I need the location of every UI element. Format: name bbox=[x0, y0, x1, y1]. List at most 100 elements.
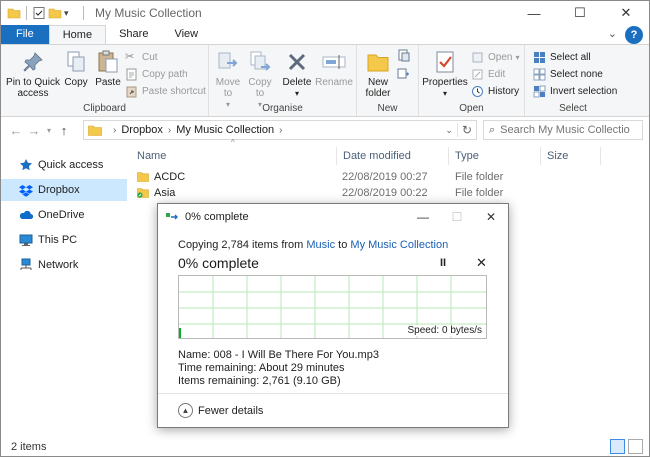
easy-access-button[interactable] bbox=[397, 67, 414, 80]
maximize-button[interactable]: ☐ bbox=[557, 1, 603, 25]
breadcrumb-separator-icon: › bbox=[113, 124, 117, 136]
organise-group: Move to ▾ Copy to ▾ Delete ▾ Rename Orga… bbox=[209, 45, 357, 116]
select-none-icon bbox=[533, 68, 546, 81]
invert-selection-button[interactable]: Invert selection bbox=[533, 85, 617, 98]
breadcrumb-separator-icon: › bbox=[279, 124, 283, 136]
history-icon bbox=[472, 86, 483, 97]
copy-to-button[interactable]: Copy to ▾ bbox=[245, 49, 275, 110]
dropbox-icon bbox=[19, 185, 33, 197]
quick-access-toolbar: ▾ bbox=[1, 6, 87, 20]
new-folder-icon[interactable] bbox=[48, 6, 62, 20]
chevron-up-icon: ▲ bbox=[178, 403, 193, 418]
customize-dropdown-icon[interactable]: ▾ bbox=[64, 6, 78, 20]
new-folder-button[interactable]: New folder bbox=[361, 49, 395, 99]
delete-x-icon bbox=[288, 53, 306, 71]
toolbar-separator bbox=[83, 6, 84, 20]
tab-share[interactable]: Share bbox=[106, 25, 161, 44]
star-icon bbox=[20, 159, 32, 171]
rename-button[interactable]: Rename bbox=[315, 49, 353, 88]
nav-item-dropbox[interactable]: Dropbox bbox=[1, 179, 127, 201]
large-icons-view-icon[interactable] bbox=[628, 439, 643, 454]
new-folder-icon bbox=[367, 54, 389, 72]
help-icon[interactable]: ? bbox=[625, 26, 643, 44]
search-box[interactable]: ⌕ bbox=[483, 120, 643, 140]
copy-progress-icon bbox=[166, 213, 178, 220]
move-to-button[interactable]: Move to ▾ bbox=[213, 49, 243, 110]
paste-button[interactable]: Paste bbox=[93, 49, 123, 88]
easy-access-icon bbox=[397, 68, 409, 79]
dialog-close-button[interactable]: ✕ bbox=[474, 204, 508, 230]
tab-file[interactable]: File bbox=[1, 25, 49, 44]
breadcrumb-dropbox[interactable]: Dropbox bbox=[121, 124, 163, 136]
address-dropdown-icon[interactable]: ⌄ bbox=[441, 125, 457, 136]
nav-item-quick-access[interactable]: Quick access bbox=[1, 154, 127, 176]
column-header-type[interactable]: Type bbox=[449, 147, 541, 165]
history-button[interactable]: History bbox=[471, 85, 519, 98]
paste-shortcut-button[interactable]: Paste shortcut bbox=[125, 85, 206, 98]
dialog-minimize-button[interactable]: — bbox=[406, 204, 440, 230]
new-item-button[interactable] bbox=[397, 49, 414, 62]
nav-item-network[interactable]: Network bbox=[1, 254, 127, 276]
search-input[interactable] bbox=[500, 124, 631, 136]
nav-item-onedrive[interactable]: OneDrive bbox=[1, 204, 127, 226]
rename-icon bbox=[322, 55, 346, 69]
dialog-title: 0% complete bbox=[185, 211, 249, 223]
network-icon bbox=[20, 258, 32, 270]
tab-home[interactable]: Home bbox=[48, 25, 107, 44]
copy-progress-dialog: 0% complete — ☐ ✕ Copying 2,784 items fr… bbox=[157, 203, 509, 428]
file-date-modified: 22/08/2019 00:22 bbox=[342, 187, 428, 199]
column-header-name[interactable]: Name bbox=[131, 147, 337, 165]
transfer-speed: Speed: 0 bytes/s bbox=[405, 325, 482, 336]
tab-view[interactable]: View bbox=[161, 25, 211, 44]
file-type: File folder bbox=[455, 187, 504, 199]
destination-folder-link[interactable]: My Music Collection bbox=[350, 239, 448, 251]
open-group-label: Open bbox=[459, 103, 484, 114]
list-item[interactable]: Asia 22/08/2019 00:22 File folder bbox=[137, 185, 537, 201]
organise-group-label: Organise bbox=[262, 103, 303, 114]
chevron-down-icon[interactable]: ⌄ bbox=[600, 25, 625, 44]
delete-button[interactable]: Delete ▾ bbox=[281, 49, 313, 99]
dialog-window-controls: — ☐ ✕ bbox=[406, 204, 508, 230]
column-header-date-modified[interactable]: Date modified bbox=[337, 147, 449, 165]
sort-ascending-icon: ^ bbox=[231, 138, 235, 147]
select-none-button[interactable]: Select none bbox=[533, 68, 603, 81]
minimize-button[interactable]: — bbox=[511, 1, 557, 25]
list-item[interactable]: ACDC 22/08/2019 00:27 File folder bbox=[137, 169, 537, 185]
file-name: ACDC bbox=[154, 171, 186, 183]
edit-button[interactable]: Edit bbox=[471, 68, 505, 81]
column-header-size[interactable]: Size bbox=[541, 147, 601, 165]
copy-button[interactable]: Copy bbox=[61, 49, 91, 88]
back-arrow-icon[interactable]: ← bbox=[7, 123, 25, 138]
close-button[interactable]: ✕ bbox=[603, 1, 649, 25]
forward-arrow-icon[interactable]: → bbox=[25, 123, 43, 138]
title-bar: ▾ My Music Collection — ☐ ✕ bbox=[1, 1, 649, 25]
properties-button[interactable]: Properties ▾ bbox=[421, 49, 469, 99]
refresh-icon[interactable]: ↻ bbox=[456, 123, 476, 137]
properties-checkmark-icon[interactable] bbox=[32, 6, 46, 20]
copy-to-icon bbox=[250, 51, 271, 71]
select-all-button[interactable]: Select all bbox=[533, 51, 591, 64]
chevron-down-icon: ▾ bbox=[294, 89, 299, 98]
computer-icon bbox=[19, 234, 33, 246]
select-group: Select all Select none Invert selection … bbox=[525, 45, 621, 116]
source-folder-link[interactable]: Music bbox=[306, 239, 335, 251]
up-arrow-icon[interactable]: ↑ bbox=[55, 123, 73, 138]
current-file-name: Name: 008 - I Will Be There For You.mp3 bbox=[178, 349, 379, 361]
breadcrumb-separator-icon: › bbox=[167, 124, 172, 136]
address-bar[interactable]: › Dropbox › My Music Collection › ⌄ ↻ bbox=[83, 120, 477, 140]
pin-to-quick-access-button[interactable]: Pin to Quick access bbox=[5, 49, 61, 99]
open-icon bbox=[472, 52, 483, 63]
recent-locations-chevron-icon[interactable]: ▾ bbox=[43, 126, 55, 135]
cut-button[interactable]: ✂ Cut bbox=[125, 51, 158, 64]
copy-path-button[interactable]: Copy path bbox=[125, 68, 188, 81]
progress-fill bbox=[179, 328, 181, 338]
breadcrumb-my-music-collection[interactable]: My Music Collection bbox=[176, 124, 274, 136]
open-button[interactable]: Open ▾ bbox=[471, 51, 519, 64]
pause-button[interactable]: II bbox=[440, 257, 446, 269]
details-view-icon[interactable] bbox=[610, 439, 625, 454]
dialog-divider bbox=[158, 393, 508, 394]
fewer-details-button[interactable]: ▲ Fewer details bbox=[178, 403, 263, 418]
nav-item-this-pc[interactable]: This PC bbox=[1, 229, 127, 251]
copying-summary: Copying 2,784 items from Music to My Mus… bbox=[178, 239, 449, 251]
cancel-copy-button[interactable]: ✕ bbox=[476, 255, 487, 271]
